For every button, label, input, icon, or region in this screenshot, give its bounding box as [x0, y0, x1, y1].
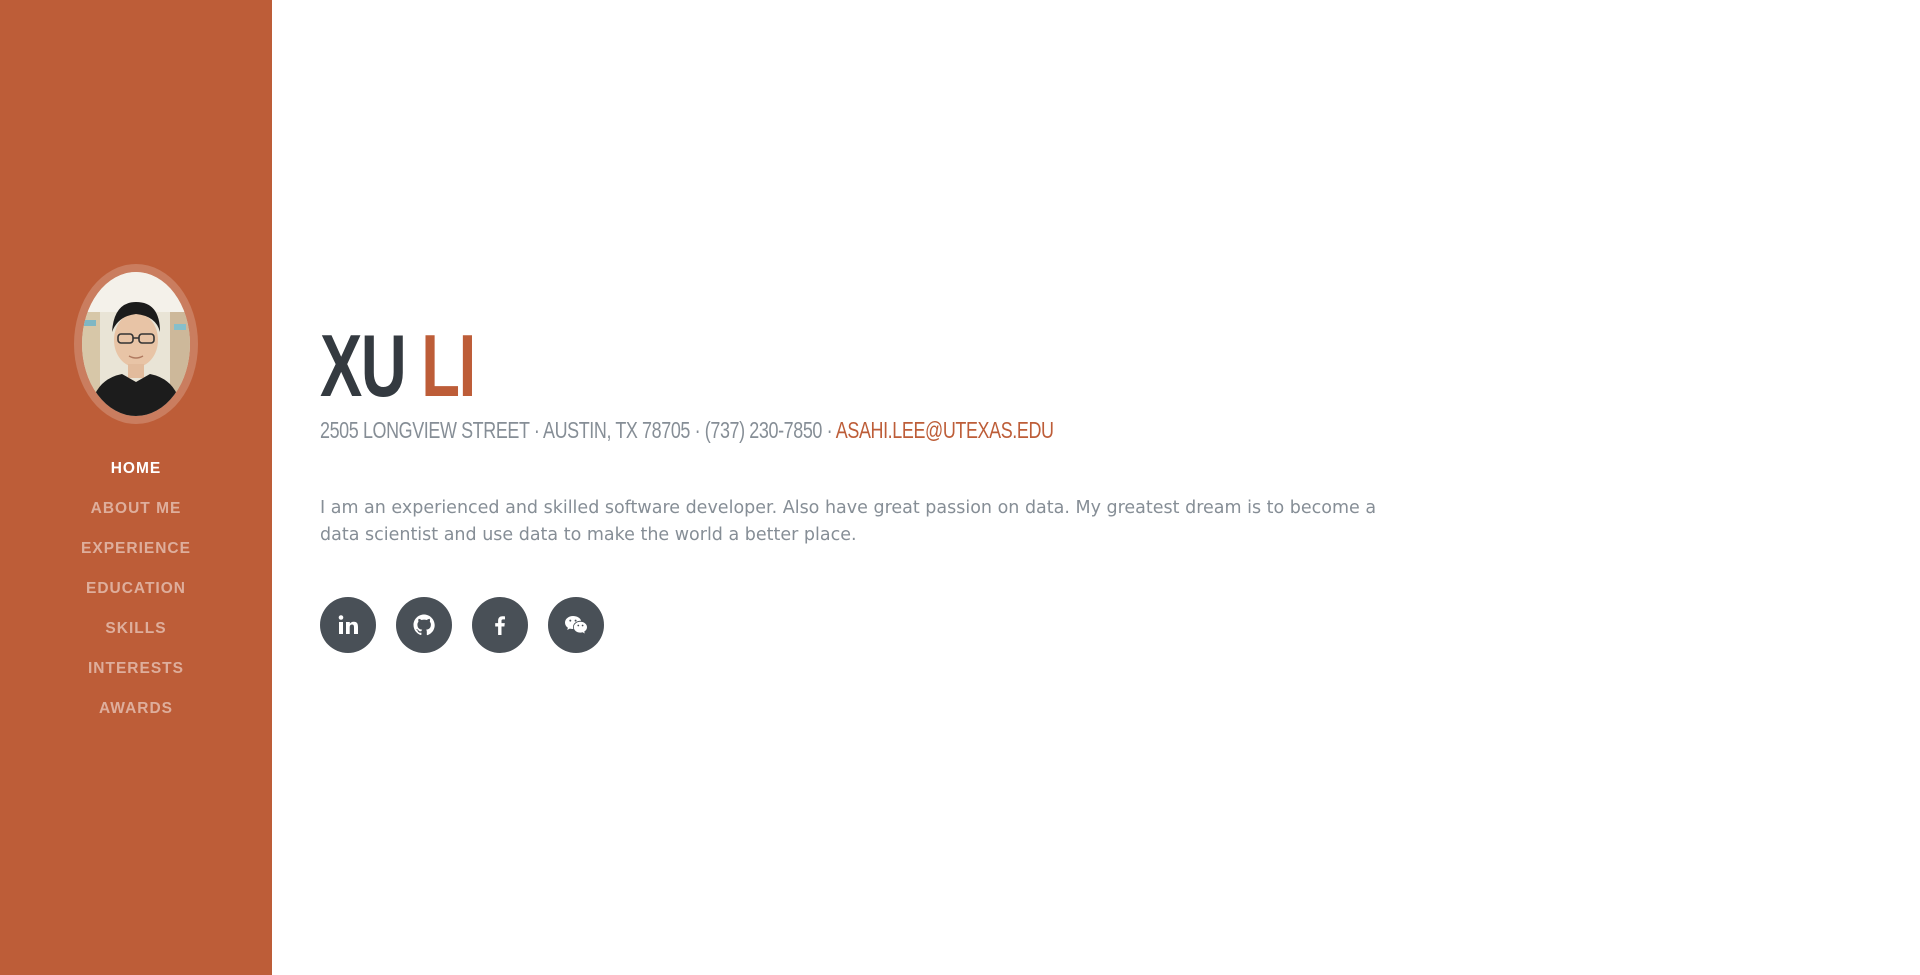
facebook-button[interactable] — [472, 597, 528, 653]
contact-city: Austin, TX 78705 — [543, 417, 691, 443]
first-name: Xu — [320, 316, 407, 415]
page-title: Xu Li — [320, 322, 476, 410]
avatar[interactable] — [74, 264, 198, 424]
nav-item-about-me[interactable]: About Me — [91, 500, 182, 518]
linkedin-icon — [338, 615, 358, 634]
contact-street: 2505 Longview Street — [320, 417, 530, 443]
nav-item-awards[interactable]: Awards — [99, 700, 173, 718]
contact-line: 2505 Longview Street · Austin, TX 78705 … — [320, 417, 1054, 444]
contact-email-link[interactable]: asahi.lee@utexas.edu — [836, 417, 1054, 443]
separator: · — [690, 417, 705, 443]
sidebar-nav: Home About Me Experience Education Skill… — [81, 449, 191, 729]
nav-item-experience[interactable]: Experience — [81, 540, 191, 558]
main-content: Xu Li 2505 Longview Street · Austin, TX … — [272, 0, 1920, 975]
about-text: I am an experienced and skilled software… — [320, 498, 1377, 545]
nav-item-education[interactable]: Education — [86, 580, 186, 598]
wechat-icon — [565, 616, 587, 634]
separator: · — [822, 417, 836, 443]
avatar-photo — [82, 272, 190, 416]
nav-item-skills[interactable]: Skills — [105, 620, 166, 638]
github-button[interactable] — [396, 597, 452, 653]
separator: · — [529, 417, 544, 443]
nav-item-interests[interactable]: Interests — [88, 660, 184, 678]
wechat-button[interactable] — [548, 597, 604, 653]
facebook-icon — [495, 616, 505, 635]
social-icons — [320, 597, 604, 653]
github-icon — [413, 614, 435, 636]
nav-item-home[interactable]: Home — [111, 460, 162, 478]
sidebar: Home About Me Experience Education Skill… — [0, 0, 272, 975]
contact-phone: (737) 230-7850 — [704, 417, 823, 443]
last-name: Li — [421, 316, 476, 415]
linkedin-button[interactable] — [320, 597, 376, 653]
